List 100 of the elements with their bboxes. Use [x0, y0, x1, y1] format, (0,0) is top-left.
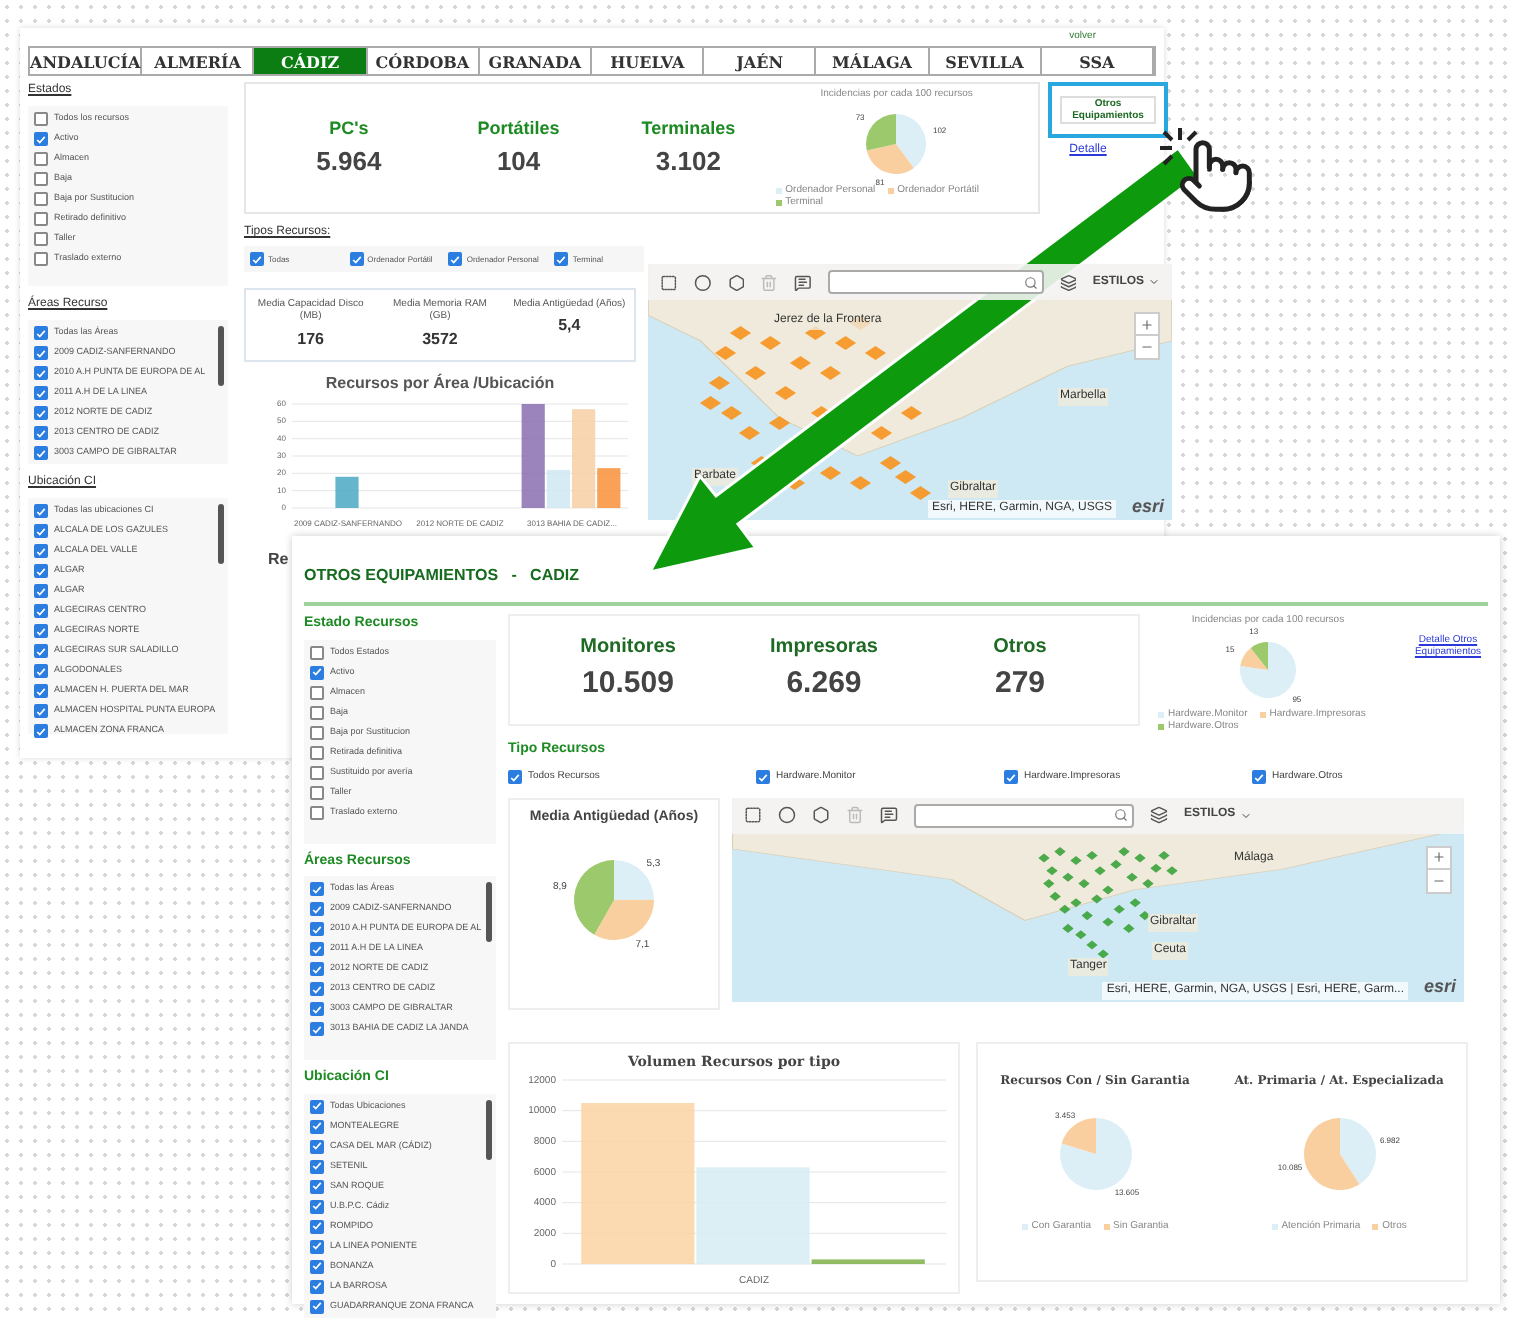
checkbox[interactable] — [34, 152, 48, 166]
checkbox[interactable] — [310, 785, 324, 799]
checkbox[interactable] — [34, 524, 48, 538]
checkbox[interactable] — [250, 252, 264, 266]
checkbox[interactable] — [310, 765, 324, 779]
checkbox[interactable] — [756, 770, 770, 785]
checkbox[interactable] — [34, 564, 48, 578]
checkbox[interactable] — [310, 1219, 324, 1233]
checkbox[interactable] — [34, 684, 48, 698]
select-circle-icon[interactable] — [778, 806, 796, 824]
zoom-in-button[interactable] — [1136, 314, 1158, 336]
checkbox[interactable] — [34, 604, 48, 618]
checkbox[interactable] — [310, 665, 324, 679]
checkbox[interactable] — [310, 805, 324, 819]
checkbox[interactable] — [34, 724, 48, 738]
region-tab[interactable]: CÁDIZ — [254, 48, 368, 74]
checkbox[interactable] — [310, 962, 324, 976]
checkbox[interactable] — [34, 664, 48, 678]
checkbox[interactable] — [310, 882, 324, 896]
kpi-value: 279 — [994, 664, 1046, 705]
checkbox[interactable] — [34, 426, 48, 440]
layers-icon[interactable] — [1059, 273, 1077, 291]
checkbox[interactable] — [1252, 770, 1266, 785]
checkbox[interactable] — [310, 1139, 324, 1153]
checkbox[interactable] — [448, 252, 463, 266]
layers-icon[interactable] — [1150, 806, 1168, 824]
legend-swatch-icon — [1103, 1223, 1110, 1229]
region-tab[interactable]: ANDALUCÍA — [30, 48, 143, 74]
checkbox[interactable] — [34, 386, 48, 400]
checkbox[interactable] — [310, 1299, 324, 1313]
checkbox[interactable] — [310, 1099, 324, 1113]
checkbox[interactable] — [310, 745, 324, 759]
checkbox[interactable] — [310, 902, 324, 916]
legend-swatch-icon — [1158, 723, 1164, 729]
checkbox[interactable] — [310, 1239, 324, 1253]
kpi-value: 10.509 — [582, 664, 674, 705]
checkbox[interactable] — [34, 326, 48, 340]
kpi-label: Monitores — [580, 634, 676, 663]
search-field[interactable] — [914, 803, 1134, 827]
checkbox[interactable] — [34, 232, 48, 246]
checkbox[interactable] — [310, 1022, 324, 1036]
plus-icon — [1432, 850, 1446, 864]
zoom-in-button[interactable] — [1428, 847, 1450, 869]
window-title: OTROS EQUIPAMIENTOS - CADIZ — [304, 566, 579, 584]
search-icon[interactable] — [1023, 275, 1038, 289]
checkbox[interactable] — [310, 645, 324, 659]
comment-icon[interactable] — [794, 273, 812, 291]
checkbox[interactable] — [34, 192, 48, 206]
checkbox[interactable] — [310, 705, 324, 719]
map-logo: esri — [1131, 493, 1164, 519]
checkbox[interactable] — [310, 922, 324, 936]
checkbox[interactable] — [34, 366, 48, 380]
checkbox[interactable] — [1004, 770, 1018, 785]
select-polygon-icon[interactable] — [812, 806, 830, 824]
checkbox[interactable] — [310, 1159, 324, 1173]
checkbox[interactable] — [34, 704, 48, 718]
checkbox[interactable] — [310, 1002, 324, 1016]
scrollbar-thumb[interactable] — [486, 1099, 492, 1159]
checkbox[interactable] — [310, 1199, 324, 1213]
checkbox[interactable] — [310, 942, 324, 956]
search-field[interactable] — [827, 270, 1044, 294]
plus-icon — [1140, 317, 1154, 331]
checkbox[interactable] — [34, 132, 48, 146]
scrollbar-thumb[interactable] — [218, 504, 224, 564]
checkbox[interactable] — [310, 982, 324, 996]
checkbox[interactable] — [34, 406, 48, 420]
search-icon[interactable] — [1114, 808, 1128, 822]
checkbox[interactable] — [310, 1179, 324, 1193]
checkbox[interactable] — [34, 172, 48, 186]
select-circle-icon[interactable] — [693, 273, 712, 291]
checkbox[interactable] — [508, 770, 522, 785]
select-rectangle-icon[interactable] — [744, 806, 762, 824]
checkbox[interactable] — [349, 252, 364, 266]
checkbox[interactable] — [34, 346, 48, 360]
checkbox[interactable] — [34, 212, 48, 226]
checkbox[interactable] — [554, 252, 569, 266]
select-rectangle-icon[interactable] — [660, 273, 678, 291]
checkbox[interactable] — [34, 504, 48, 518]
scrollbar-thumb[interactable] — [486, 882, 492, 942]
comment-icon[interactable] — [880, 806, 898, 824]
kpi-value: 3.102 — [655, 144, 721, 180]
checkbox[interactable] — [310, 1279, 324, 1293]
checkbox[interactable] — [310, 685, 324, 699]
kpi-value: 6.269 — [786, 664, 862, 705]
checkbox[interactable] — [34, 252, 48, 266]
checkbox[interactable] — [34, 112, 48, 126]
checkbox[interactable] — [34, 624, 48, 638]
checkbox[interactable] — [34, 644, 48, 658]
select-polygon-icon[interactable] — [727, 273, 745, 291]
kpi-label: Terminales — [641, 115, 736, 141]
stat-value: 5,4 — [558, 314, 581, 339]
checkbox[interactable] — [310, 1119, 324, 1133]
checkbox[interactable] — [310, 725, 324, 739]
stat-value: 176 — [297, 327, 324, 351]
checkbox[interactable] — [310, 1259, 324, 1273]
checkbox[interactable] — [34, 584, 48, 598]
scrollbar-thumb[interactable] — [218, 326, 224, 386]
map-logo: esri — [1423, 974, 1456, 1000]
checkbox[interactable] — [34, 544, 48, 558]
checkbox[interactable] — [34, 446, 48, 460]
